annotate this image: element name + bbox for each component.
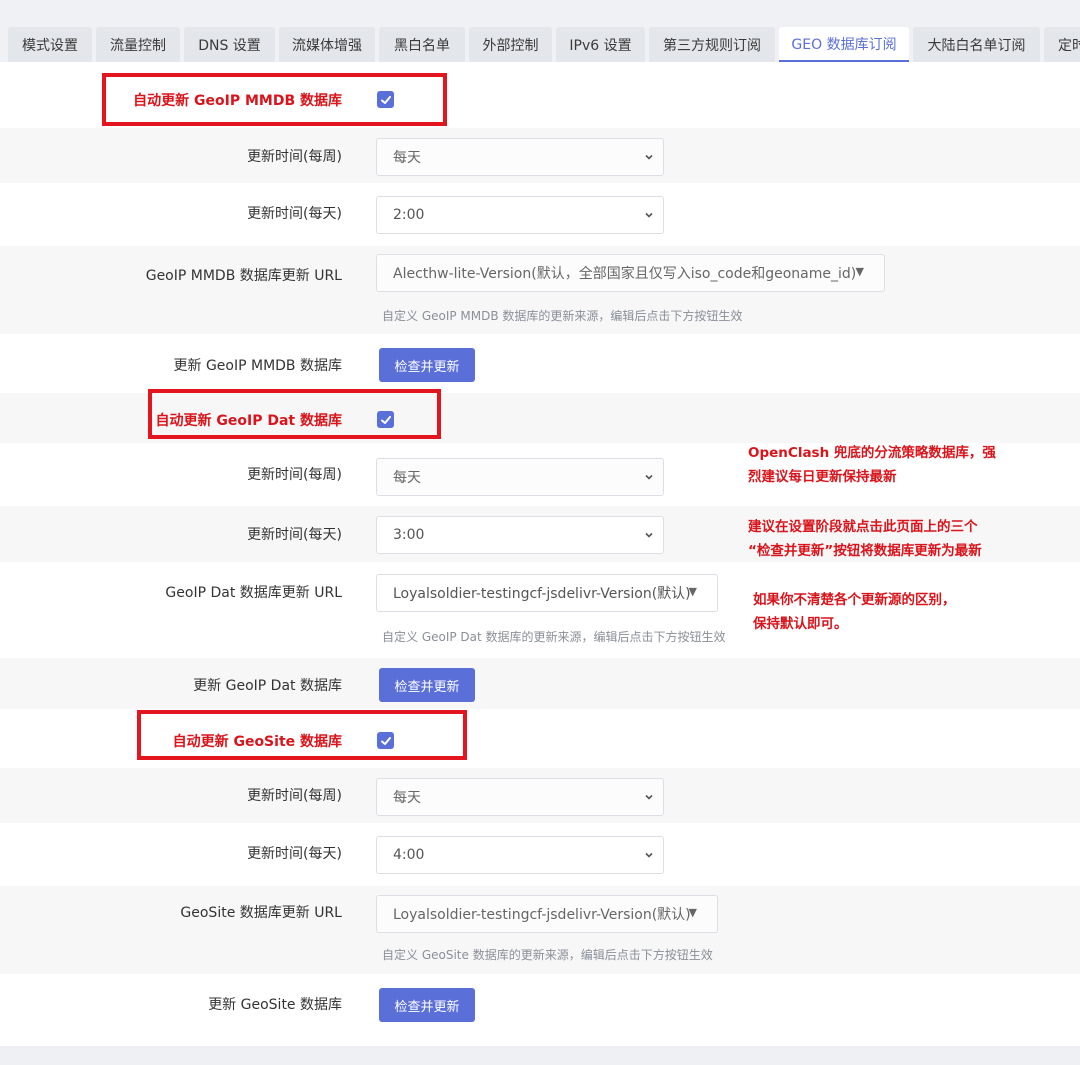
annotation-note-2: 建议在设置阶段就点击此页面上的三个 “检查并更新”按钮将数据库更新为最新 xyxy=(748,515,982,563)
tab-streaming[interactable]: 流媒体增强 xyxy=(279,27,375,62)
caret-down-icon: ▼ xyxy=(855,265,864,278)
dat-day-value: 3:00 xyxy=(393,527,425,543)
tab-dns-settings[interactable]: DNS 设置 xyxy=(184,27,275,62)
geosite-week-row: 更新时间(每周) 每天 xyxy=(0,768,1080,823)
mmdb-week-value: 每天 xyxy=(393,150,421,166)
dat-update-label: 更新 GeoIP Dat 数据库 xyxy=(193,678,342,694)
chevron-down-icon xyxy=(645,212,653,218)
tab-geo-database[interactable]: GEO 数据库订阅 xyxy=(779,27,909,62)
geosite-update-row: 更新 GeoSite 数据库 检查并更新 xyxy=(0,974,1080,1046)
annotation-note-2-line-2: “检查并更新”按钮将数据库更新为最新 xyxy=(748,543,982,559)
dat-url-label: GeoIP Dat 数据库更新 URL xyxy=(165,585,342,601)
annotation-note-3-line-1: 如果你不清楚各个更新源的区别， xyxy=(753,592,956,608)
annotation-note-1-line-1: OpenClash 兜底的分流策略数据库，强 xyxy=(748,445,996,461)
mmdb-day-select[interactable]: 2:00 xyxy=(376,196,664,234)
dat-url-value: Loyalsoldier-testingcf-jsdelivr-Version(… xyxy=(393,586,691,602)
chevron-down-icon xyxy=(645,474,653,480)
annotation-box-mmdb xyxy=(102,73,447,126)
geosite-url-label: GeoSite 数据库更新 URL xyxy=(180,905,342,921)
tab-mode-settings[interactable]: 模式设置 xyxy=(8,27,92,62)
annotation-note-1: OpenClash 兜底的分流策略数据库，强 烈建议每日更新保持最新 xyxy=(748,441,996,489)
annotation-note-3: 如果你不清楚各个更新源的区别， 保持默认即可。 xyxy=(753,588,956,636)
chevron-down-icon xyxy=(645,532,653,538)
mmdb-day-label: 更新时间(每天) xyxy=(247,206,342,222)
dat-check-update-button[interactable]: 检查并更新 xyxy=(379,668,475,702)
geosite-check-update-button[interactable]: 检查并更新 xyxy=(379,988,475,1022)
tab-ipv6-settings[interactable]: IPv6 设置 xyxy=(556,27,645,62)
geosite-week-value: 每天 xyxy=(393,790,421,806)
mmdb-day-value: 2:00 xyxy=(393,207,425,223)
annotation-note-3-line-2: 保持默认即可。 xyxy=(753,616,848,632)
tab-black-white-list[interactable]: 黑白名单 xyxy=(379,27,465,62)
mmdb-update-label: 更新 GeoIP MMDB 数据库 xyxy=(173,358,343,374)
mmdb-url-hint: 自定义 GeoIP MMDB 数据库的更新来源，编辑后点击下方按钮生效 xyxy=(382,309,743,323)
dat-week-select[interactable]: 每天 xyxy=(376,458,664,496)
annotation-note-2-line-1: 建议在设置阶段就点击此页面上的三个 xyxy=(748,519,978,535)
dat-url-select[interactable]: Loyalsoldier-testingcf-jsdelivr-Version(… xyxy=(376,574,718,612)
tab-mainland-whitelist[interactable]: 大陆白名单订阅 xyxy=(913,27,1040,62)
mmdb-week-row: 更新时间(每周) 每天 xyxy=(0,128,1080,183)
geosite-day-row: 更新时间(每天) 4:00 xyxy=(0,823,1080,886)
mmdb-week-label: 更新时间(每周) xyxy=(247,149,342,165)
mmdb-check-update-button[interactable]: 检查并更新 xyxy=(379,348,475,382)
geosite-day-value: 4:00 xyxy=(393,847,425,863)
geosite-url-select[interactable]: Loyalsoldier-testingcf-jsdelivr-Version(… xyxy=(376,895,718,933)
mmdb-week-select[interactable]: 每天 xyxy=(376,138,664,176)
chevron-down-icon xyxy=(645,154,653,160)
dat-week-value: 每天 xyxy=(393,470,421,486)
annotation-box-geosite xyxy=(137,710,467,760)
mmdb-url-select[interactable]: Alecthw-lite-Version(默认，全部国家且仅写入iso_code… xyxy=(376,254,885,292)
dat-day-label: 更新时间(每天) xyxy=(247,527,342,543)
mmdb-day-row: 更新时间(每天) 2:00 xyxy=(0,183,1080,246)
dat-week-label: 更新时间(每周) xyxy=(247,467,342,483)
geosite-week-label: 更新时间(每周) xyxy=(247,788,342,804)
chevron-down-icon xyxy=(645,852,653,858)
geosite-url-row: GeoSite 数据库更新 URL Loyalsoldier-testingcf… xyxy=(0,886,1080,974)
geosite-update-label: 更新 GeoSite 数据库 xyxy=(208,997,342,1013)
tab-bar: 模式设置 流量控制 DNS 设置 流媒体增强 黑白名单 外部控制 IPv6 设置… xyxy=(0,0,1080,62)
tab-traffic-control[interactable]: 流量控制 xyxy=(96,27,180,62)
geosite-url-value: Loyalsoldier-testingcf-jsdelivr-Version(… xyxy=(393,907,691,923)
caret-down-icon: ▼ xyxy=(688,585,697,598)
tab-scheduled[interactable]: 定时 xyxy=(1044,27,1080,62)
mmdb-url-row: GeoIP MMDB 数据库更新 URL Alecthw-lite-Versio… xyxy=(0,246,1080,334)
tab-external-control[interactable]: 外部控制 xyxy=(469,27,552,62)
caret-down-icon: ▼ xyxy=(688,906,697,919)
mmdb-url-label: GeoIP MMDB 数据库更新 URL xyxy=(145,268,342,284)
annotation-note-1-line-2: 烈建议每日更新保持最新 xyxy=(748,469,897,485)
geosite-week-select[interactable]: 每天 xyxy=(376,778,664,816)
geosite-day-label: 更新时间(每天) xyxy=(247,846,342,862)
chevron-down-icon xyxy=(645,794,653,800)
mmdb-update-row: 更新 GeoIP MMDB 数据库 检查并更新 xyxy=(0,334,1080,393)
geosite-day-select[interactable]: 4:00 xyxy=(376,836,664,874)
dat-update-row: 更新 GeoIP Dat 数据库 检查并更新 xyxy=(0,658,1080,709)
tab-third-party-rules[interactable]: 第三方规则订阅 xyxy=(649,27,775,62)
annotation-box-dat xyxy=(148,389,441,439)
geosite-url-hint: 自定义 GeoSite 数据库的更新来源，编辑后点击下方按钮生效 xyxy=(382,948,713,962)
dat-url-hint: 自定义 GeoIP Dat 数据库的更新来源，编辑后点击下方按钮生效 xyxy=(382,630,726,644)
dat-day-select[interactable]: 3:00 xyxy=(376,516,664,554)
mmdb-url-value: Alecthw-lite-Version(默认，全部国家且仅写入iso_code… xyxy=(393,266,857,282)
